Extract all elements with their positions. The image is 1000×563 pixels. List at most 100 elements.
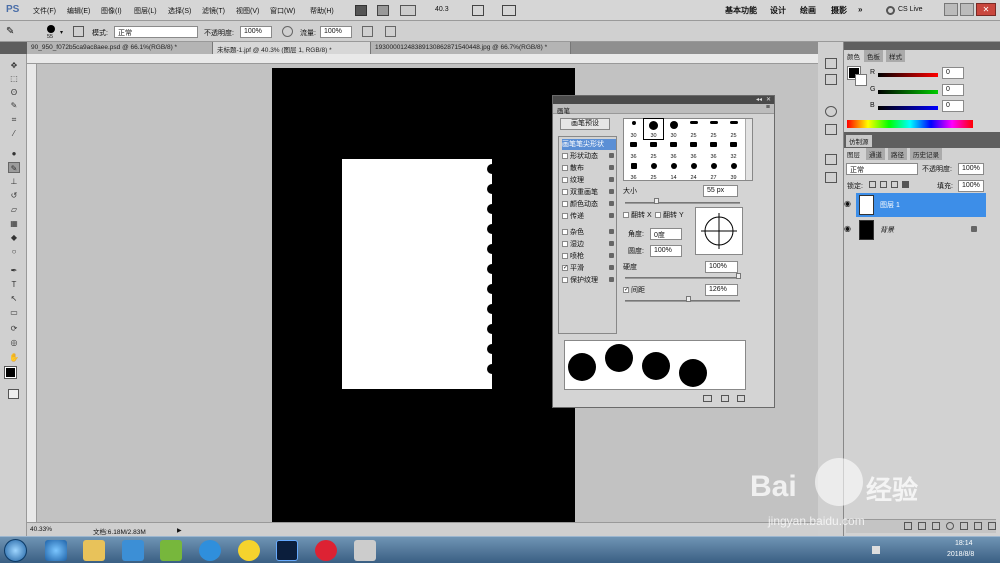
brush-tip-item[interactable]: 24 [684,161,703,181]
delete-layer-icon[interactable] [988,522,996,530]
panel-menu-icon[interactable]: ≡ [766,104,770,111]
spacing-slider-thumb[interactable] [686,296,691,302]
airbrush-icon[interactable] [362,26,373,37]
visibility-eye-icon[interactable]: ◉ [844,199,851,208]
tab-layers[interactable]: 图层 [844,148,863,160]
brush-presets-button[interactable]: 画笔预设 [560,118,610,130]
media-app-icon[interactable] [315,540,337,561]
masks-panel-icon[interactable] [825,124,837,135]
brush-tool-icon[interactable]: ✎ [6,26,22,37]
option-noise[interactable]: 杂色 [562,227,616,238]
type-tool-icon[interactable]: T [8,279,20,290]
roundness-input[interactable]: 100% [650,245,682,257]
3d-rotate-tool-icon[interactable]: ⟳ [8,323,20,334]
start-button[interactable] [4,539,27,562]
tab-styles[interactable]: 样式 [886,50,905,62]
brush-tip-item[interactable]: 36 [624,140,643,160]
bridge-icon[interactable] [355,5,367,16]
brush-tip-item[interactable]: 36 [684,140,703,160]
workspace-essentials[interactable]: 基本功能 [725,5,757,16]
tab-clone-source[interactable]: 仿制源 [846,135,872,147]
flow-input[interactable]: 100% [320,26,352,38]
brush-tip-item[interactable]: 25 [644,140,663,160]
brush-tip-item[interactable]: 30 [643,118,664,140]
tab-paths[interactable]: 路径 [888,148,907,160]
blur-tool-icon[interactable]: ◆ [8,232,20,243]
size-slider-thumb[interactable] [654,198,659,204]
tab-document-3[interactable]: 1930000124838913086287154044​8.jpg @ 66.… [371,42,571,54]
option-scattering[interactable]: 散布 [562,163,616,174]
menu-file[interactable]: 文件(F) [33,6,56,16]
tray-icons[interactable] [872,546,880,554]
healing-brush-icon[interactable]: ● [8,148,20,159]
flip-y-checkbox[interactable]: 翻转 Y [655,210,684,220]
pressure-size-icon[interactable] [385,26,396,37]
menu-help[interactable]: 帮助(H) [310,6,334,16]
brush-panel-header[interactable]: ◂◂ ✕ [553,96,774,104]
status-zoom[interactable]: 40.33% [30,526,52,533]
brush-tip-item[interactable]: 36 [624,161,643,181]
workspace-design[interactable]: 设计 [770,5,786,16]
brush-panel-toggle-icon[interactable] [73,26,84,37]
mini-bridge-icon[interactable] [377,5,389,16]
green-slider[interactable] [878,90,938,94]
brush-tip-item[interactable]: 39 [724,161,743,181]
pressure-opacity-icon[interactable] [282,26,293,37]
marquee-tool-icon[interactable]: ⬚ [8,73,20,84]
red-input[interactable]: 0 [942,67,964,79]
menu-filter[interactable]: 滤镜(T) [202,6,225,16]
brush-tip-item[interactable]: 14 [664,161,683,181]
angle-roundness-widget[interactable] [695,207,743,255]
option-dual-brush[interactable]: 双重画笔 [562,187,616,198]
hardness-slider[interactable] [625,277,740,279]
toggle-bristle-icon[interactable] [703,395,712,402]
view-extras-icon[interactable] [400,5,416,16]
lock-all-icon[interactable] [902,181,909,188]
brush-tip-item[interactable]: 25 [684,119,703,139]
blue-slider[interactable] [878,106,938,110]
status-arrow-icon[interactable]: ▶ [177,527,182,534]
adjustments-panel-icon[interactable] [825,106,837,117]
option-wet-edges[interactable]: 湿边 [562,239,616,250]
tab-color[interactable]: 颜色 [844,50,863,62]
spacing-checkbox[interactable]: ✓ 间距 [623,285,645,295]
3d-orbit-tool-icon[interactable]: ◎ [8,337,20,348]
foreground-color-swatch[interactable] [4,366,17,379]
lasso-tool-icon[interactable]: ʘ [8,87,20,98]
brush-tool-selected-icon[interactable]: ✎ [8,162,20,173]
workspace-photography[interactable]: 摄影 [831,5,847,16]
arrange-documents-icon[interactable] [502,5,516,16]
eyedropper-tool-icon[interactable]: ⁄ [8,128,20,139]
size-input[interactable]: 55 px [703,185,738,197]
layer-row-2[interactable]: ◉ 背景 [844,218,986,242]
option-smoothing[interactable]: ✓ 平滑 [562,263,616,274]
blue-input[interactable]: 0 [942,100,964,112]
tab-swatches[interactable]: 色板 [864,50,883,62]
actions-panel-icon[interactable] [825,74,837,85]
zoom-level[interactable]: 40.3 [435,6,449,13]
quick-select-tool-icon[interactable]: ✎ [8,100,20,111]
option-transfer[interactable]: 传递 [562,211,616,222]
stamp-tool-icon[interactable]: ⊥ [8,176,20,187]
brush-panel-title[interactable]: 画笔 [557,105,570,115]
tips-scrollbar[interactable] [745,119,752,180]
spacing-input[interactable]: 126% [705,284,738,296]
mode-select[interactable]: 正常 [114,26,198,38]
spacing-slider[interactable] [625,300,740,302]
size-slider[interactable] [625,202,740,204]
tab-channels[interactable]: 通道 [866,148,885,160]
network-app-icon[interactable] [122,540,144,561]
lock-position-icon[interactable] [891,181,898,188]
eraser-tool-icon[interactable]: ▱ [8,204,20,215]
option-texture[interactable]: 纹理 [562,175,616,186]
layer-opacity-input[interactable]: 100% [958,163,984,175]
more-workspaces-button[interactable]: » [858,5,862,14]
photoshop-taskbar-icon[interactable] [276,540,298,561]
close-icon[interactable]: ✕ [976,3,996,16]
pen-tool-icon[interactable]: ✒ [8,265,20,276]
qq-icon[interactable] [238,540,260,561]
tab-document-1[interactable]: 90_950_f072b5ca9ac8aee.psd @ 66.1%(RGB/8… [27,42,213,54]
history-panel-icon[interactable] [825,58,837,69]
hand-tool-icon[interactable]: ✋ [8,352,20,363]
new-brush-icon[interactable] [737,395,745,402]
